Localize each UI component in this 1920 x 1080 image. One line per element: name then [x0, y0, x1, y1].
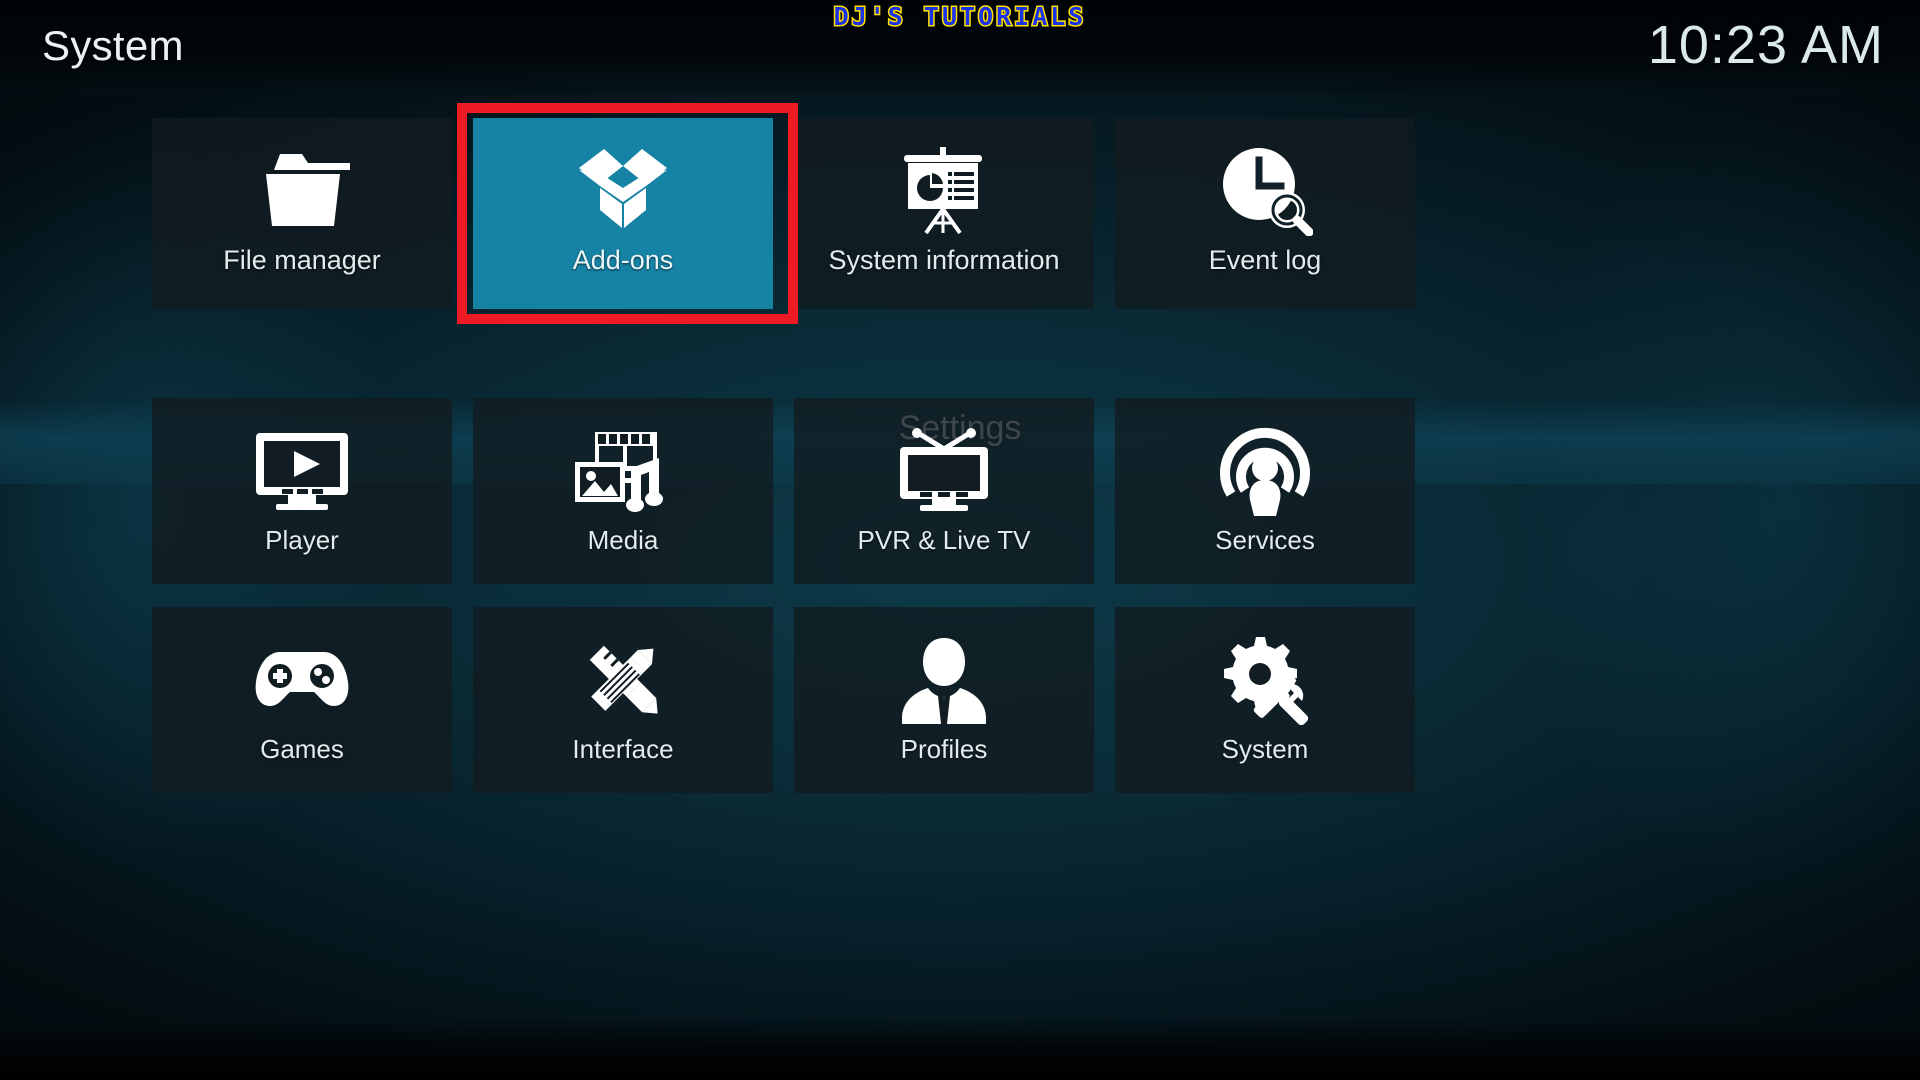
tile-system[interactable]: System — [1115, 607, 1415, 793]
tile-services[interactable]: Services — [1115, 398, 1415, 584]
tile-label: Event log — [1208, 245, 1322, 275]
tile-label: System — [1221, 734, 1309, 764]
tile-label: PVR & Live TV — [857, 525, 1031, 555]
tile-label: Player — [265, 525, 339, 555]
top-tile-grid: File manager Add-ons System information … — [152, 118, 1416, 309]
broadcast-user-icon — [1210, 420, 1320, 520]
tile-label: System information — [828, 245, 1060, 275]
tile-label: File manager — [223, 245, 381, 275]
monitor-play-icon — [247, 420, 357, 520]
tile-label: Media — [587, 525, 659, 555]
pencil-ruler-icon — [568, 629, 678, 729]
tile-pvr-live-tv[interactable]: PVR & Live TV — [794, 398, 1094, 584]
watermark-logo: DJ'S TUTORIALS — [832, 1, 1087, 33]
settings-row-2: Games Interface Profiles System — [152, 607, 1416, 793]
tile-label: Add-ons — [572, 245, 674, 275]
tile-label: Interface — [572, 734, 674, 764]
open-box-icon — [568, 140, 678, 240]
kodi-system-screen: System 10:23 AM DJ'S TUTORIALS File mana… — [0, 0, 1920, 1080]
tile-games[interactable]: Games — [152, 607, 452, 793]
gear-wrench-icon — [1210, 629, 1320, 729]
clock: 10:23 AM — [1647, 15, 1884, 75]
tile-system-information[interactable]: System information — [794, 118, 1094, 309]
tile-label: Services — [1215, 525, 1315, 555]
page-title: System — [42, 22, 184, 69]
gamepad-icon — [247, 629, 357, 729]
bottom-shadow-bar — [0, 1020, 1920, 1080]
tile-label: Games — [260, 734, 344, 764]
tile-label: Profiles — [900, 734, 988, 764]
tile-add-ons[interactable]: Add-ons — [473, 118, 773, 309]
person-bust-icon — [889, 629, 999, 729]
tile-interface[interactable]: Interface — [473, 607, 773, 793]
media-mix-icon — [568, 420, 678, 520]
tv-antenna-icon — [889, 420, 999, 520]
tile-player[interactable]: Player — [152, 398, 452, 584]
folder-icon — [247, 140, 357, 240]
clock-search-icon — [1210, 140, 1320, 240]
tile-event-log[interactable]: Event log — [1115, 118, 1415, 309]
settings-row-1: Player Media PVR & Live TV Services — [152, 398, 1416, 584]
tile-profiles[interactable]: Profiles — [794, 607, 1094, 793]
tile-file-manager[interactable]: File manager — [152, 118, 452, 309]
presentation-icon — [889, 140, 999, 240]
tile-media[interactable]: Media — [473, 398, 773, 584]
